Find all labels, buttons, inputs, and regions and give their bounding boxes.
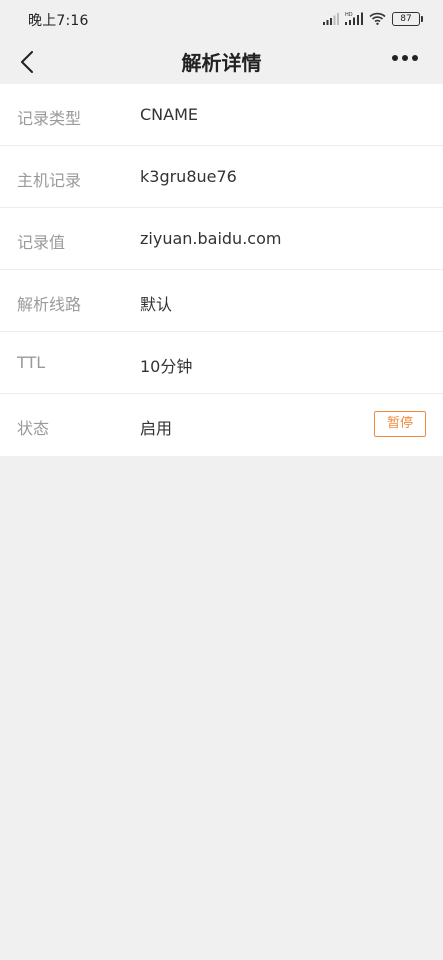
row-status: 状态 启用 暂停 [0,394,443,456]
row-value: 10分钟 [140,357,193,376]
status-bar: 晚上7:16 HD 87 [0,0,443,38]
svg-text:HD: HD [345,12,353,18]
row-value: 启用 [140,419,173,438]
row-record-value: 记录值 ziyuan.baidu.com [0,208,443,270]
page-title: 解析详情 [181,51,262,75]
row-value: 默认 [140,295,173,314]
row-label: 解析线路 [17,295,82,314]
status-time: 晚上7:16 [28,13,89,29]
signal-icon [323,10,339,29]
row-label: 状态 [17,419,50,438]
battery-icon: 87 [392,12,423,26]
pause-button[interactable]: 暂停 [374,411,426,437]
row-host-record: 主机记录 k3gru8ue76 [0,146,443,208]
nav-bar: 解析详情 [0,38,443,84]
wifi-icon [369,10,386,29]
row-record-type: 记录类型 CNAME [0,84,443,146]
row-label: 主机记录 [17,171,82,190]
row-resolution-line: 解析线路 默认 [0,270,443,332]
row-value: k3gru8ue76 [140,167,237,186]
row-value: ziyuan.baidu.com [140,229,282,248]
record-detail-list: 记录类型 CNAME 主机记录 k3gru8ue76 记录值 ziyuan.ba… [0,84,443,456]
hd-signal-icon: HD [345,10,363,29]
status-icons: HD 87 [323,9,423,29]
row-value: CNAME [140,105,198,124]
row-label: 记录值 [17,233,66,252]
row-ttl: TTL 10分钟 [0,332,443,394]
row-label: 记录类型 [17,109,82,128]
row-label: TTL [17,353,46,372]
more-button[interactable] [387,45,427,77]
